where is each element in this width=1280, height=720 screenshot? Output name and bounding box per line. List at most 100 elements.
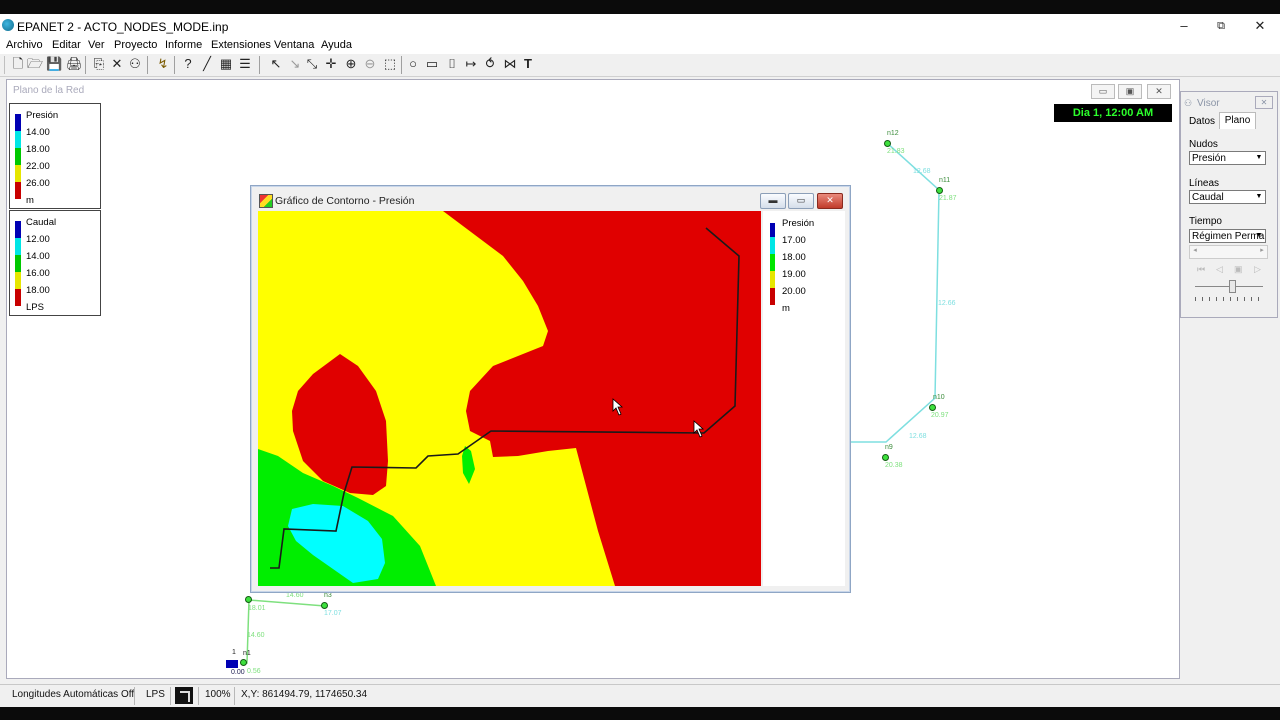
add-valve-icon[interactable]: ⋈ [502,56,518,72]
node-id-label: n9 [885,444,893,451]
scroll-right-icon[interactable]: ▸ [1257,246,1267,258]
links-select[interactable]: Caudal ▼ [1189,190,1266,204]
add-tank-icon[interactable]: ⌷ [444,56,460,72]
copy-icon[interactable]: ⎘ [91,56,107,72]
legend-title: Presión [782,218,815,229]
node-value-label: 21.87 [939,195,957,202]
junction-node-n9[interactable] [882,454,889,461]
node-value-label: 17.07 [324,610,342,617]
legend-color-swatch [770,254,775,271]
time-label: Tiempo [1189,216,1222,227]
slider-ticks [1195,297,1265,301]
select-vertex-icon[interactable]: ↘ [287,56,303,72]
legend-color-swatch [770,237,775,254]
select-region-icon[interactable]: ⤡ [304,56,320,72]
links-select-value: Caudal [1192,192,1224,203]
full-extent-icon[interactable]: ⬚ [382,56,398,72]
close-button[interactable]: ✕ [1240,16,1280,36]
junction-node-n12[interactable] [884,140,891,147]
print-icon[interactable]: 🖨 [66,56,83,72]
back-icon[interactable]: ◁ [1216,264,1223,275]
junction-node-n2[interactable] [245,596,252,603]
minimize-button[interactable]: – [1164,16,1204,36]
auto-length-status[interactable]: Longitudes Automáticas Off [12,689,134,700]
graph-icon[interactable]: ╱ [199,56,215,72]
menu-archivo[interactable]: Archivo [6,39,43,51]
stop-icon[interactable]: ▣ [1234,264,1243,275]
forward-icon[interactable]: ▷ [1254,264,1261,275]
menu-editar[interactable]: Editar [52,39,81,51]
junction-node-n3[interactable] [321,602,328,609]
link-value-label: 14.60 [286,592,304,599]
legend-color-swatch [770,288,775,305]
delete-icon[interactable]: ✕ [109,56,125,72]
visor-close-button[interactable]: ✕ [1255,96,1273,109]
menu-ver[interactable]: Ver [88,39,105,51]
window-title: EPANET 2 - ACTO_NODES_MODE.inp [17,20,229,34]
link-value-label: 12.68 [913,168,931,175]
status-bar: Longitudes Automáticas Off LPS 100% X,Y:… [0,684,1280,707]
contour-close-button[interactable]: ✕ [817,193,843,209]
faucet-shape [180,691,190,702]
chevron-down-icon: ▼ [1255,154,1263,161]
add-pump-icon[interactable]: ⥀ [482,56,498,72]
reservoir-icon[interactable] [226,660,238,668]
contour-plot-window[interactable]: Gráfico de Contorno - Presión ▬ ▭ ✕ Pres… [250,185,851,593]
pressure-contour-map[interactable] [258,211,761,586]
coordinates-status: X,Y: 861494.79, 1174650.34 [241,689,368,700]
menu-extensiones[interactable]: Extensiones [211,39,271,51]
link-value-label: 12.68 [909,433,927,440]
toolbar-grip [4,56,5,74]
restore-button[interactable]: ⧉ [1201,16,1241,36]
contour-minimize-button[interactable]: ▬ [760,193,786,209]
node-value-label: 18.01 [248,605,266,612]
scroll-left-icon[interactable]: ◂ [1190,246,1200,258]
browser-panel: ⚇ Visor ✕ Datos Plano Nudos Presión ▼ Lín… [1180,91,1278,318]
junction-node-n11[interactable] [936,187,943,194]
status-separator [198,687,199,705]
open-folder-icon[interactable]: 🗁 [27,56,43,72]
reservoir-id-label: 1 [232,649,236,656]
select-arrow-icon[interactable]: ↖ [268,56,284,72]
save-icon[interactable]: 💾 [46,56,62,72]
zoom-out-icon[interactable]: ⊖ [362,56,378,72]
pipe[interactable] [851,142,940,443]
menu-bar: Archivo Editar Ver Proyecto Informe Exte… [0,38,1280,54]
junction-node-n10[interactable] [929,404,936,411]
nodes-select-value: Presión [1192,153,1226,164]
menu-ayuda[interactable]: Ayuda [321,39,352,51]
add-label-icon[interactable]: T [520,56,536,72]
legend-value: 19.00 [782,269,806,280]
options-icon[interactable]: ☰ [237,56,253,72]
rewind-icon[interactable]: ⏮ [1197,264,1205,275]
reservoir-value-label: 0.00 [231,669,245,676]
pan-icon[interactable]: ✛ [323,56,339,72]
menu-informe[interactable]: Informe [165,39,202,51]
tab-plano[interactable]: Plano [1219,112,1256,129]
contour-plot-icon [259,194,273,208]
menu-ventana[interactable]: Ventana [274,39,314,51]
add-reservoir-icon[interactable]: ▭ [424,56,440,72]
nodes-label: Nudos [1189,139,1218,150]
add-junction-icon[interactable]: ○ [405,56,421,72]
nodes-select[interactable]: Presión ▼ [1189,151,1266,165]
epanet-app-window: EPANET 2 - ACTO_NODES_MODE.inp – ⧉ ✕ Arc… [0,14,1280,707]
query-icon[interactable]: ? [180,56,196,72]
new-file-icon[interactable]: 🗋 [10,56,26,72]
menu-proyecto[interactable]: Proyecto [114,39,157,51]
contour-maximize-button[interactable]: ▭ [788,193,814,209]
time-scrollbar[interactable]: ◂ ▸ [1189,245,1268,259]
speed-slider-thumb[interactable] [1229,280,1236,293]
run-icon[interactable]: ↯ [155,56,171,72]
legend-color-swatch [770,223,775,237]
table-icon[interactable]: ▦ [218,56,234,72]
node-value-label: 21.83 [887,148,905,155]
zoom-in-icon[interactable]: ⊕ [343,56,359,72]
find-icon[interactable]: ⚇ [127,56,143,72]
tab-datos[interactable]: Datos [1185,114,1219,130]
node-id-label: n12 [887,130,899,137]
add-pipe-icon[interactable]: ↦ [463,56,479,72]
junction-node-n1[interactable] [240,659,247,666]
time-select[interactable]: Régimen Perma ▼ [1189,229,1266,243]
contour-legend: Presión 17.00 18.00 19.00 20.00 m [763,211,845,586]
